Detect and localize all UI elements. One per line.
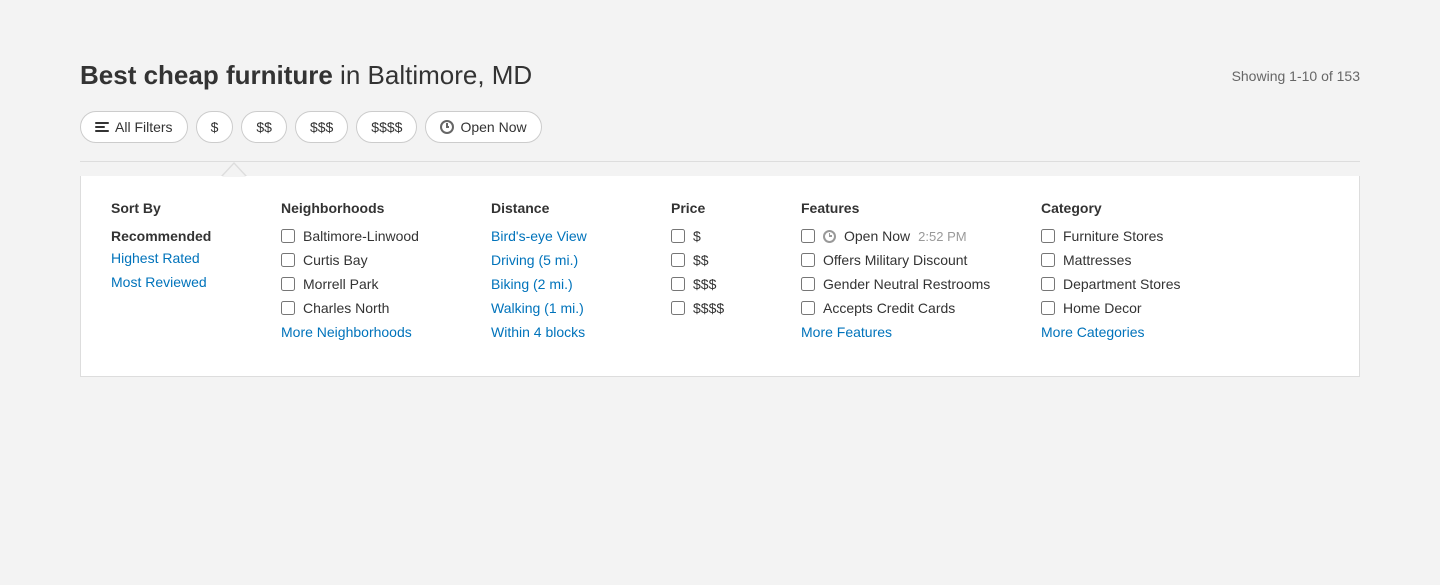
distance-section: Distance Bird's-eye View Driving (5 mi.)… (491, 200, 661, 348)
neighborhoods-title: Neighborhoods (281, 200, 461, 216)
category-section: Category Furniture Stores Mattresses Dep… (1041, 200, 1241, 348)
category-mattresses[interactable]: Mattresses (1041, 252, 1221, 268)
page-container: Best cheap furniture in Baltimore, MD Sh… (0, 0, 1440, 417)
neighborhood-baltimore-linwood-checkbox[interactable] (281, 229, 295, 243)
feature-credit-cards-checkbox[interactable] (801, 301, 815, 315)
price-1-option-label: $ (693, 228, 701, 244)
neighborhood-baltimore-linwood-label: Baltimore-Linwood (303, 228, 419, 244)
open-now-button[interactable]: Open Now (425, 111, 541, 143)
neighborhood-baltimore-linwood[interactable]: Baltimore-Linwood (281, 228, 461, 244)
category-title: Category (1041, 200, 1221, 216)
price-3-label: $$$ (310, 119, 333, 135)
price-section: Price $ $$ $$$ $$$$ (671, 200, 791, 348)
filters-panel-wrapper: Sort By Recommended Highest Rated Most R… (80, 161, 1360, 377)
price-3-option[interactable]: $$$ (671, 276, 771, 292)
more-neighborhoods-link[interactable]: More Neighborhoods (281, 324, 461, 340)
more-categories-link[interactable]: More Categories (1041, 324, 1221, 340)
category-home-decor-checkbox[interactable] (1041, 301, 1055, 315)
feature-gender-neutral[interactable]: Gender Neutral Restrooms (801, 276, 1011, 292)
neighborhood-charles-north-label: Charles North (303, 300, 389, 316)
neighborhood-curtis-bay-checkbox[interactable] (281, 253, 295, 267)
price-1-label: $ (211, 119, 219, 135)
price-2-option[interactable]: $$ (671, 252, 771, 268)
feature-gender-neutral-label: Gender Neutral Restrooms (823, 276, 990, 292)
price-1-checkbox[interactable] (671, 229, 685, 243)
category-furniture-stores[interactable]: Furniture Stores (1041, 228, 1221, 244)
feature-gender-neutral-checkbox[interactable] (801, 277, 815, 291)
category-mattresses-checkbox[interactable] (1041, 253, 1055, 267)
neighborhood-morrell-park[interactable]: Morrell Park (281, 276, 461, 292)
feature-open-now[interactable]: Open Now 2:52 PM (801, 228, 1011, 244)
price-2-label: $$ (256, 119, 272, 135)
price-4-button[interactable]: $$$$ (356, 111, 417, 143)
price-4-checkbox[interactable] (671, 301, 685, 315)
price-4-label: $$$$ (371, 119, 402, 135)
features-section: Features Open Now 2:52 PM Offers Militar… (801, 200, 1031, 348)
category-furniture-stores-label: Furniture Stores (1063, 228, 1163, 244)
sort-title: Sort By (111, 200, 251, 216)
filters-panel: Sort By Recommended Highest Rated Most R… (80, 176, 1360, 377)
distance-biking[interactable]: Biking (2 mi.) (491, 276, 641, 292)
caret-wrapper (80, 162, 1360, 176)
caret-up-icon (221, 162, 247, 176)
neighborhood-morrell-park-checkbox[interactable] (281, 277, 295, 291)
distance-driving[interactable]: Driving (5 mi.) (491, 252, 641, 268)
price-4-option-label: $$$$ (693, 300, 724, 316)
filter-lines-icon (95, 122, 109, 132)
price-3-checkbox[interactable] (671, 277, 685, 291)
price-2-option-label: $$ (693, 252, 709, 268)
open-now-label: Open Now (460, 119, 526, 135)
price-2-button[interactable]: $$ (241, 111, 287, 143)
neighborhood-curtis-bay-label: Curtis Bay (303, 252, 368, 268)
feature-open-now-checkbox[interactable] (801, 229, 815, 243)
price-1-option[interactable]: $ (671, 228, 771, 244)
category-mattresses-label: Mattresses (1063, 252, 1131, 268)
title-bold: Best cheap furniture (80, 60, 333, 90)
all-filters-button[interactable]: All Filters (80, 111, 188, 143)
price-1-button[interactable]: $ (196, 111, 234, 143)
price-3-option-label: $$$ (693, 276, 716, 292)
neighborhood-morrell-park-label: Morrell Park (303, 276, 378, 292)
category-home-decor[interactable]: Home Decor (1041, 300, 1221, 316)
sort-recommended: Recommended (111, 228, 251, 244)
category-home-decor-label: Home Decor (1063, 300, 1142, 316)
price-4-option[interactable]: $$$$ (671, 300, 771, 316)
all-filters-label: All Filters (115, 119, 173, 135)
feature-military-discount[interactable]: Offers Military Discount (801, 252, 1011, 268)
features-title: Features (801, 200, 1011, 216)
neighborhood-charles-north-checkbox[interactable] (281, 301, 295, 315)
distance-title: Distance (491, 200, 641, 216)
header-row: Best cheap furniture in Baltimore, MD Sh… (80, 60, 1360, 91)
feature-open-now-label: Open Now (844, 228, 910, 244)
results-count: Showing 1-10 of 153 (1232, 68, 1360, 84)
category-department-stores[interactable]: Department Stores (1041, 276, 1221, 292)
category-department-stores-checkbox[interactable] (1041, 277, 1055, 291)
neighborhood-curtis-bay[interactable]: Curtis Bay (281, 252, 461, 268)
distance-within-blocks[interactable]: Within 4 blocks (491, 324, 641, 340)
more-features-link[interactable]: More Features (801, 324, 1011, 340)
feature-credit-cards[interactable]: Accepts Credit Cards (801, 300, 1011, 316)
sort-section: Sort By Recommended Highest Rated Most R… (111, 200, 271, 348)
feature-open-now-time: 2:52 PM (918, 229, 966, 244)
page-title: Best cheap furniture in Baltimore, MD (80, 60, 532, 91)
price-2-checkbox[interactable] (671, 253, 685, 267)
sort-most-reviewed[interactable]: Most Reviewed (111, 274, 251, 290)
filter-bar: All Filters $ $$ $$$ $$$$ Open Now (80, 111, 1360, 143)
title-normal: in Baltimore, MD (333, 60, 532, 90)
distance-walking[interactable]: Walking (1 mi.) (491, 300, 641, 316)
category-furniture-stores-checkbox[interactable] (1041, 229, 1055, 243)
category-department-stores-label: Department Stores (1063, 276, 1181, 292)
clock-icon (440, 120, 454, 134)
feature-military-discount-label: Offers Military Discount (823, 252, 967, 268)
neighborhood-charles-north[interactable]: Charles North (281, 300, 461, 316)
feature-military-discount-checkbox[interactable] (801, 253, 815, 267)
neighborhoods-section: Neighborhoods Baltimore-Linwood Curtis B… (281, 200, 481, 348)
sort-highest-rated[interactable]: Highest Rated (111, 250, 251, 266)
feature-credit-cards-label: Accepts Credit Cards (823, 300, 955, 316)
price-title: Price (671, 200, 771, 216)
price-3-button[interactable]: $$$ (295, 111, 348, 143)
distance-birds-eye[interactable]: Bird's-eye View (491, 228, 641, 244)
feature-open-now-icon (823, 230, 836, 243)
